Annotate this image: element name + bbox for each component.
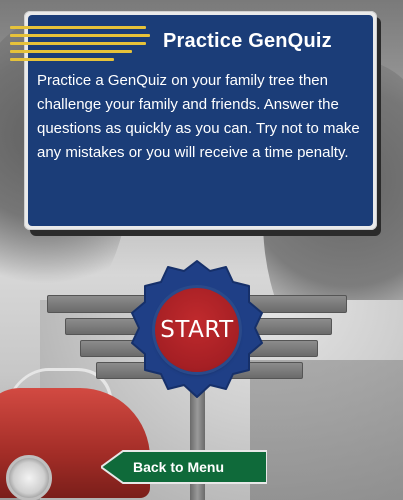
stripe: [10, 26, 146, 29]
title-stripes-decoration: [10, 26, 150, 62]
stripe: [10, 34, 150, 37]
panel-title: Practice GenQuiz: [163, 30, 332, 52]
back-to-menu-label: Back to Menu: [133, 459, 225, 475]
start-button[interactable]: START: [155, 288, 239, 372]
panel-description: Practice a GenQuiz on your family tree t…: [37, 72, 360, 161]
car-headlight: [6, 455, 52, 500]
stripe: [10, 42, 146, 45]
start-button-label: START: [160, 317, 234, 343]
back-to-menu-button[interactable]: Back to Menu: [101, 450, 267, 484]
stripe: [10, 58, 114, 61]
stripe: [10, 50, 132, 53]
background-hedge: [250, 360, 403, 500]
